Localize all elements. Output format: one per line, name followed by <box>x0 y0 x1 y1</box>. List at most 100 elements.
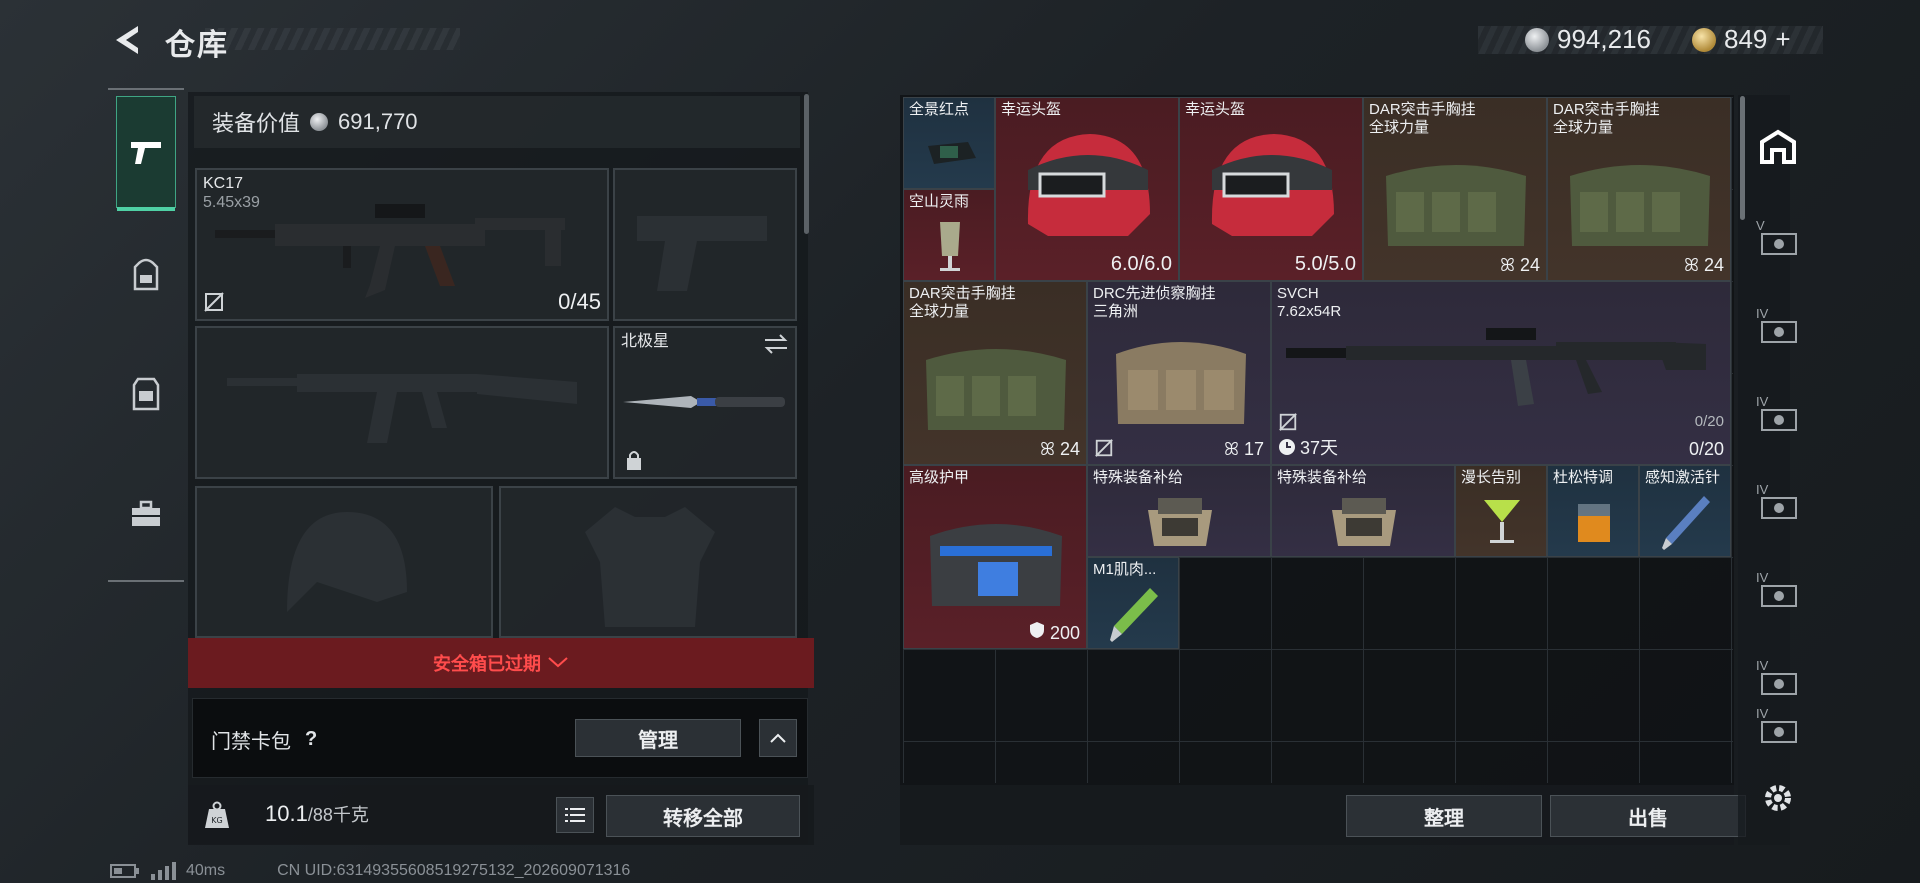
stash-item[interactable]: 全景红点 <box>903 97 995 189</box>
stash-tab-4e[interactable]: IV <box>1754 658 1800 700</box>
no-insurance-icon <box>204 292 224 312</box>
whisky-glass-image <box>1578 504 1610 542</box>
stash-tab-4c[interactable]: IV <box>1754 482 1800 524</box>
gold-currency[interactable]: 849 + <box>1692 24 1791 55</box>
item-capacity: ꕤ 24 <box>1039 439 1080 459</box>
equipment-value-row: 装备价值 691,770 <box>194 96 800 148</box>
pistol-icon <box>131 142 161 164</box>
stash-item[interactable]: 感知激活针 <box>1639 465 1731 557</box>
add-currency-icon[interactable]: + <box>1775 24 1790 55</box>
equipment-scrollbar[interactable] <box>804 94 809 234</box>
stash-item[interactable]: 幸运头盔 6.0/6.0 <box>995 97 1179 281</box>
manage-button[interactable]: 管理 <box>575 719 741 757</box>
recon-rig-image <box>1116 342 1246 424</box>
silver-coin-icon <box>310 113 329 131</box>
stash-item[interactable]: 特殊装备补给 <box>1087 465 1271 557</box>
supply-crate-image <box>1332 498 1396 546</box>
chest-rig-image <box>1570 165 1710 246</box>
stash-item[interactable]: DAR突击手胸挂 全球力量 ꕤ 24 <box>1363 97 1547 281</box>
item-name: DAR突击手胸挂 全球力量 <box>1369 101 1476 136</box>
lock-icon <box>627 451 641 470</box>
case-icon <box>1761 233 1797 255</box>
sort-button[interactable]: 整理 <box>1346 795 1542 837</box>
pistol-silhouette-icon <box>637 216 767 291</box>
armor-silhouette-icon <box>585 507 715 627</box>
stash-item[interactable]: 特殊装备补给 <box>1271 465 1455 557</box>
silver-currency: 994,216 <box>1525 24 1651 55</box>
item-capacity: ꕤ 24 <box>1499 255 1540 275</box>
no-insurance-icon <box>1279 413 1297 431</box>
kc17-rifle-image <box>215 204 565 298</box>
stash-item[interactable]: DAR突击手胸挂 全球力量 ꕤ 24 <box>903 281 1087 465</box>
armor-slot[interactable] <box>499 486 797 638</box>
stash-tab-4f[interactable]: IV <box>1754 706 1800 748</box>
home-stash-icon[interactable] <box>1758 128 1798 166</box>
help-icon[interactable]: ? <box>305 728 317 751</box>
item-name: 漫长告别 <box>1461 469 1522 486</box>
stash-item[interactable]: 幸运头盔 5.0/5.0 <box>1179 97 1363 281</box>
helmet-slot[interactable] <box>195 486 493 638</box>
keycard-label: 门禁卡包 <box>211 731 291 753</box>
stash-item[interactable]: SVCH 7.62x54R 0/20 37天 0/20 <box>1271 281 1731 465</box>
nav-tab-weapons[interactable] <box>116 96 176 211</box>
stash-tab-4a[interactable]: IV <box>1754 306 1800 348</box>
nav-tab-case[interactable] <box>128 496 164 532</box>
case-icon <box>1761 585 1797 607</box>
list-view-button[interactable] <box>556 797 594 833</box>
stash-tab-5[interactable]: V <box>1754 218 1800 260</box>
sell-button[interactable]: 出售 <box>1550 795 1746 837</box>
stash-tab-4b[interactable]: IV <box>1754 394 1800 436</box>
item-name: 空山灵雨 <box>909 193 970 210</box>
lucky-helmet-image <box>1211 134 1334 236</box>
item-capacity: ꕤ 17 <box>1223 439 1264 459</box>
weapon-ammo-count: 0/45 <box>558 289 601 314</box>
stash-scrollbar[interactable] <box>1740 96 1745 220</box>
item-name: 杜松特调 <box>1553 469 1614 486</box>
item-name: DAR突击手胸挂 全球力量 <box>1553 101 1660 136</box>
nav-tab-backpack[interactable] <box>128 256 164 292</box>
battery-icon <box>110 864 139 878</box>
melee-slot[interactable]: 北极星 <box>613 326 797 479</box>
chevron-up-icon <box>770 733 786 743</box>
uid-text: CN UID:63149355608519275132_202609071316 <box>277 862 631 879</box>
cocktail-image <box>940 222 960 271</box>
item-name: 感知激活针 <box>1645 469 1721 486</box>
item-armor: 200 <box>1029 621 1080 644</box>
item-name: 全景红点 <box>909 101 970 118</box>
primary-weapon-slot[interactable]: KC17 5.45x39 0/45 <box>195 168 609 321</box>
swap-icon[interactable] <box>763 334 789 354</box>
vest-icon <box>132 377 160 411</box>
status-bar: 40ms CN UID:63149355608519275132_2026090… <box>110 862 630 880</box>
keycard-wallet: 门禁卡包 ? 管理 <box>192 698 808 778</box>
chest-rig-image <box>926 349 1066 430</box>
secondary-weapon-slot[interactable] <box>195 326 609 479</box>
stash-item[interactable]: M1肌肉... <box>1087 557 1179 649</box>
back-arrow-icon[interactable] <box>108 20 148 60</box>
stash-item[interactable]: 高级护甲 200 <box>903 465 1087 649</box>
expand-button[interactable] <box>759 719 797 757</box>
stash-item[interactable]: 空山灵雨 <box>903 189 995 281</box>
nav-tab-vest[interactable] <box>128 376 164 412</box>
transfer-all-button[interactable]: 转移全部 <box>606 795 800 837</box>
gear-icon[interactable] <box>1760 780 1796 816</box>
safebox-expired-banner[interactable]: 安全箱已过期 <box>188 638 814 688</box>
stash-item[interactable]: DRC先进侦察胸挂 三角洲 ꕤ 17 <box>1087 281 1271 465</box>
shield-icon <box>1029 622 1044 638</box>
case-icon <box>1761 409 1797 431</box>
item-name: SVCH 7.62x54R <box>1277 285 1342 320</box>
stash-item[interactable]: 杜松特调 <box>1547 465 1639 557</box>
case-icon <box>1761 721 1797 743</box>
briefcase-icon <box>132 500 160 526</box>
rifle-silhouette-icon <box>227 374 577 443</box>
supply-crate-image <box>1148 498 1212 546</box>
item-name: 特殊装备补给 <box>1277 469 1368 486</box>
item-name: 高级护甲 <box>909 469 970 486</box>
stash-item[interactable]: 漫长告别 <box>1455 465 1547 557</box>
safebox-expired-text: 安全箱已过期 <box>433 654 541 674</box>
stash-item[interactable]: DAR突击手胸挂 全球力量 ꕤ 24 <box>1547 97 1731 281</box>
pistol-slot[interactable] <box>613 168 797 321</box>
page-title: 仓库 <box>165 28 229 63</box>
stash-tab-4d[interactable]: IV <box>1754 570 1800 612</box>
equipment-value: 691,770 <box>338 109 418 134</box>
knife-image <box>623 396 785 408</box>
